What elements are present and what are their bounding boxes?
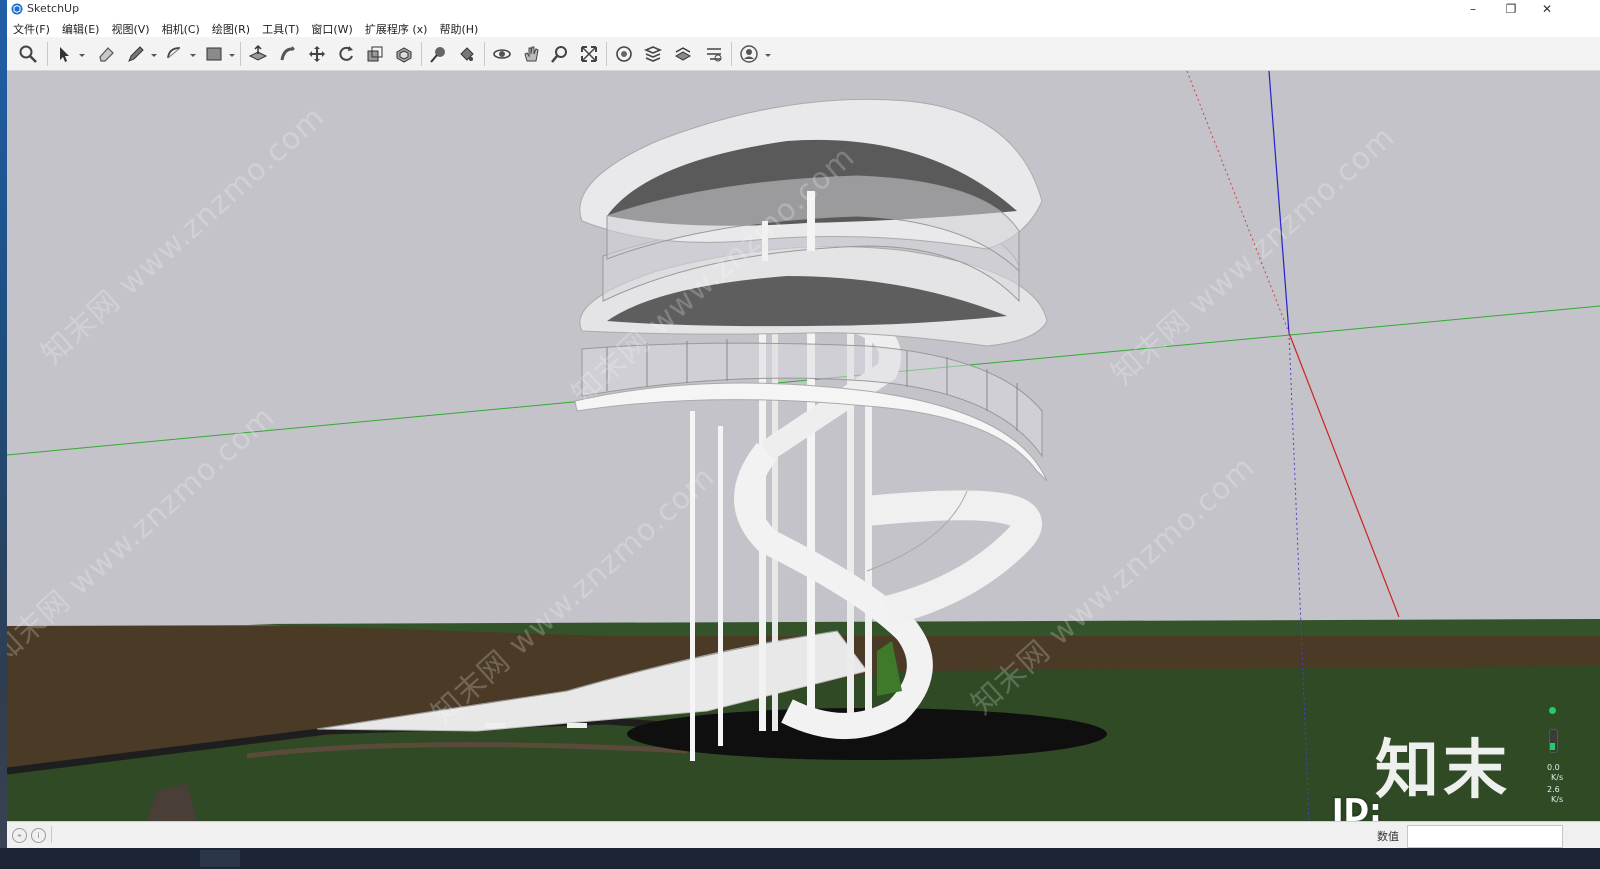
column bbox=[718, 426, 723, 746]
sandbox-tool[interactable] bbox=[701, 41, 727, 67]
measurements-field[interactable] bbox=[1407, 825, 1563, 848]
menu-window[interactable]: 窗口(W) bbox=[305, 18, 358, 37]
eraser-tool[interactable] bbox=[93, 41, 119, 67]
magnifier-icon bbox=[551, 46, 567, 63]
menu-bar: 文件(F) 编辑(E) 视图(V) 相机(C) 绘图(R) 工具(T) 窗口(W) 扩展程序 … bbox=[7, 18, 1600, 37]
magnifier-icon bbox=[19, 45, 37, 63]
measurements-label: 数值 bbox=[1377, 830, 1399, 843]
status-dot-icon bbox=[1549, 707, 1556, 714]
menu-camera[interactable]: 相机(C) bbox=[156, 18, 206, 37]
menu-tools[interactable]: 工具(T) bbox=[256, 18, 305, 37]
arc-tool[interactable] bbox=[162, 41, 188, 67]
tape-measure-tool[interactable] bbox=[425, 41, 451, 67]
menu-draw[interactable]: 绘图(R) bbox=[206, 18, 256, 37]
scale-tool[interactable] bbox=[362, 41, 388, 67]
download-speed: 2.6 bbox=[1547, 785, 1560, 794]
chevron-down-icon[interactable] bbox=[150, 51, 158, 59]
model-viewport[interactable]: 知末网 www.znzmo.com 知末网 www.znzmo.com 知末网 … bbox=[7, 71, 1600, 821]
toolbar-separator bbox=[606, 42, 607, 66]
menu-extensions[interactable]: 扩展程序 (x) bbox=[359, 18, 434, 37]
section-plane-tool[interactable] bbox=[611, 41, 637, 67]
push-pull-icon bbox=[248, 44, 268, 61]
upload-speed: 0.0 bbox=[1547, 763, 1560, 772]
maximize-button[interactable]: ❐ bbox=[1493, 0, 1529, 18]
push-pull-tool[interactable] bbox=[245, 41, 271, 67]
outliner-tool[interactable] bbox=[670, 41, 696, 67]
desktop-edge bbox=[0, 0, 7, 869]
orbit-tool[interactable] bbox=[489, 41, 515, 67]
chevron-down-icon[interactable] bbox=[78, 51, 86, 59]
orbit-icon bbox=[493, 49, 511, 59]
title-bar: SketchUp – ❐ ✕ bbox=[7, 0, 1600, 18]
menu-edit[interactable]: 编辑(E) bbox=[56, 18, 106, 37]
select-tool[interactable] bbox=[51, 41, 77, 67]
zoom-window-tool[interactable] bbox=[576, 41, 602, 67]
toolbar-separator bbox=[47, 42, 48, 66]
toolbar-separator bbox=[421, 42, 422, 66]
chevron-down-icon[interactable] bbox=[189, 51, 197, 59]
pencil-icon bbox=[128, 46, 144, 62]
info-icon[interactable]: i bbox=[31, 828, 46, 843]
rotate-tool[interactable] bbox=[333, 41, 359, 67]
zoom-window-icon bbox=[581, 46, 597, 62]
toolbar-separator bbox=[484, 42, 485, 66]
pan-tool[interactable] bbox=[518, 41, 544, 67]
upload-unit: K/s bbox=[1551, 773, 1564, 782]
line-tool[interactable] bbox=[123, 41, 149, 67]
offset-icon bbox=[396, 47, 412, 63]
rotate-icon bbox=[339, 46, 353, 61]
menu-help[interactable]: 帮助(H) bbox=[433, 18, 484, 37]
gauge-fill bbox=[1550, 743, 1555, 750]
menu-file[interactable]: 文件(F) bbox=[7, 18, 56, 37]
os-taskbar bbox=[0, 848, 1600, 869]
ramp-step bbox=[567, 723, 587, 728]
minimize-button[interactable]: – bbox=[1455, 0, 1491, 18]
account-icon bbox=[740, 45, 758, 63]
zoom-tool[interactable] bbox=[547, 41, 573, 67]
toolbar-separator bbox=[731, 42, 732, 66]
account-tool[interactable] bbox=[736, 41, 762, 67]
sketchup-logo-icon bbox=[11, 3, 23, 15]
tape-measure-icon bbox=[430, 47, 445, 63]
layers-tool[interactable] bbox=[640, 41, 666, 67]
toolbar-separator bbox=[240, 42, 241, 66]
scale-icon bbox=[367, 46, 383, 62]
menu-view[interactable]: 视图(V) bbox=[105, 18, 155, 37]
sketchup-window: SketchUp – ❐ ✕ 文件(F) 编辑(E) 视图(V) 相机(C) 绘图(R)… bbox=[7, 0, 1600, 869]
arc-icon bbox=[167, 47, 181, 59]
status-separator bbox=[51, 826, 52, 843]
geolocation-icon[interactable]: ⌖ bbox=[12, 828, 27, 843]
window-title: SketchUp bbox=[27, 2, 80, 15]
chevron-down-icon[interactable] bbox=[228, 51, 236, 59]
eraser-icon bbox=[99, 47, 114, 62]
main-toolbar bbox=[7, 37, 1600, 71]
rectangle-tool[interactable] bbox=[201, 41, 227, 67]
chevron-down-icon[interactable] bbox=[764, 51, 772, 59]
move-arrows-icon bbox=[309, 46, 325, 62]
rectangle-icon bbox=[206, 47, 222, 61]
taskbar-app[interactable] bbox=[200, 850, 240, 867]
ramp-step bbox=[485, 723, 505, 728]
close-button[interactable]: ✕ bbox=[1529, 0, 1565, 18]
section-icon bbox=[616, 46, 632, 62]
sandbox-icon bbox=[707, 48, 722, 62]
follow-me-tool[interactable] bbox=[275, 41, 301, 67]
cursor-arrow-icon bbox=[60, 47, 69, 62]
paint-bucket-tool[interactable] bbox=[454, 41, 480, 67]
move-tool[interactable] bbox=[304, 41, 330, 67]
zoom-extents-tool[interactable] bbox=[15, 41, 41, 67]
download-unit: K/s bbox=[1551, 795, 1564, 804]
network-speed-widget: 0.0 K/s 2.6 K/s bbox=[1539, 699, 1569, 819]
offset-tool[interactable] bbox=[391, 41, 417, 67]
paint-bucket-icon bbox=[460, 47, 474, 61]
status-bar: ⌖ i 数值 bbox=[7, 821, 1600, 848]
follow-me-icon bbox=[280, 46, 295, 61]
outliner-icon bbox=[674, 47, 692, 61]
layers-icon bbox=[643, 46, 663, 62]
hand-icon bbox=[524, 46, 539, 62]
column bbox=[772, 321, 778, 731]
